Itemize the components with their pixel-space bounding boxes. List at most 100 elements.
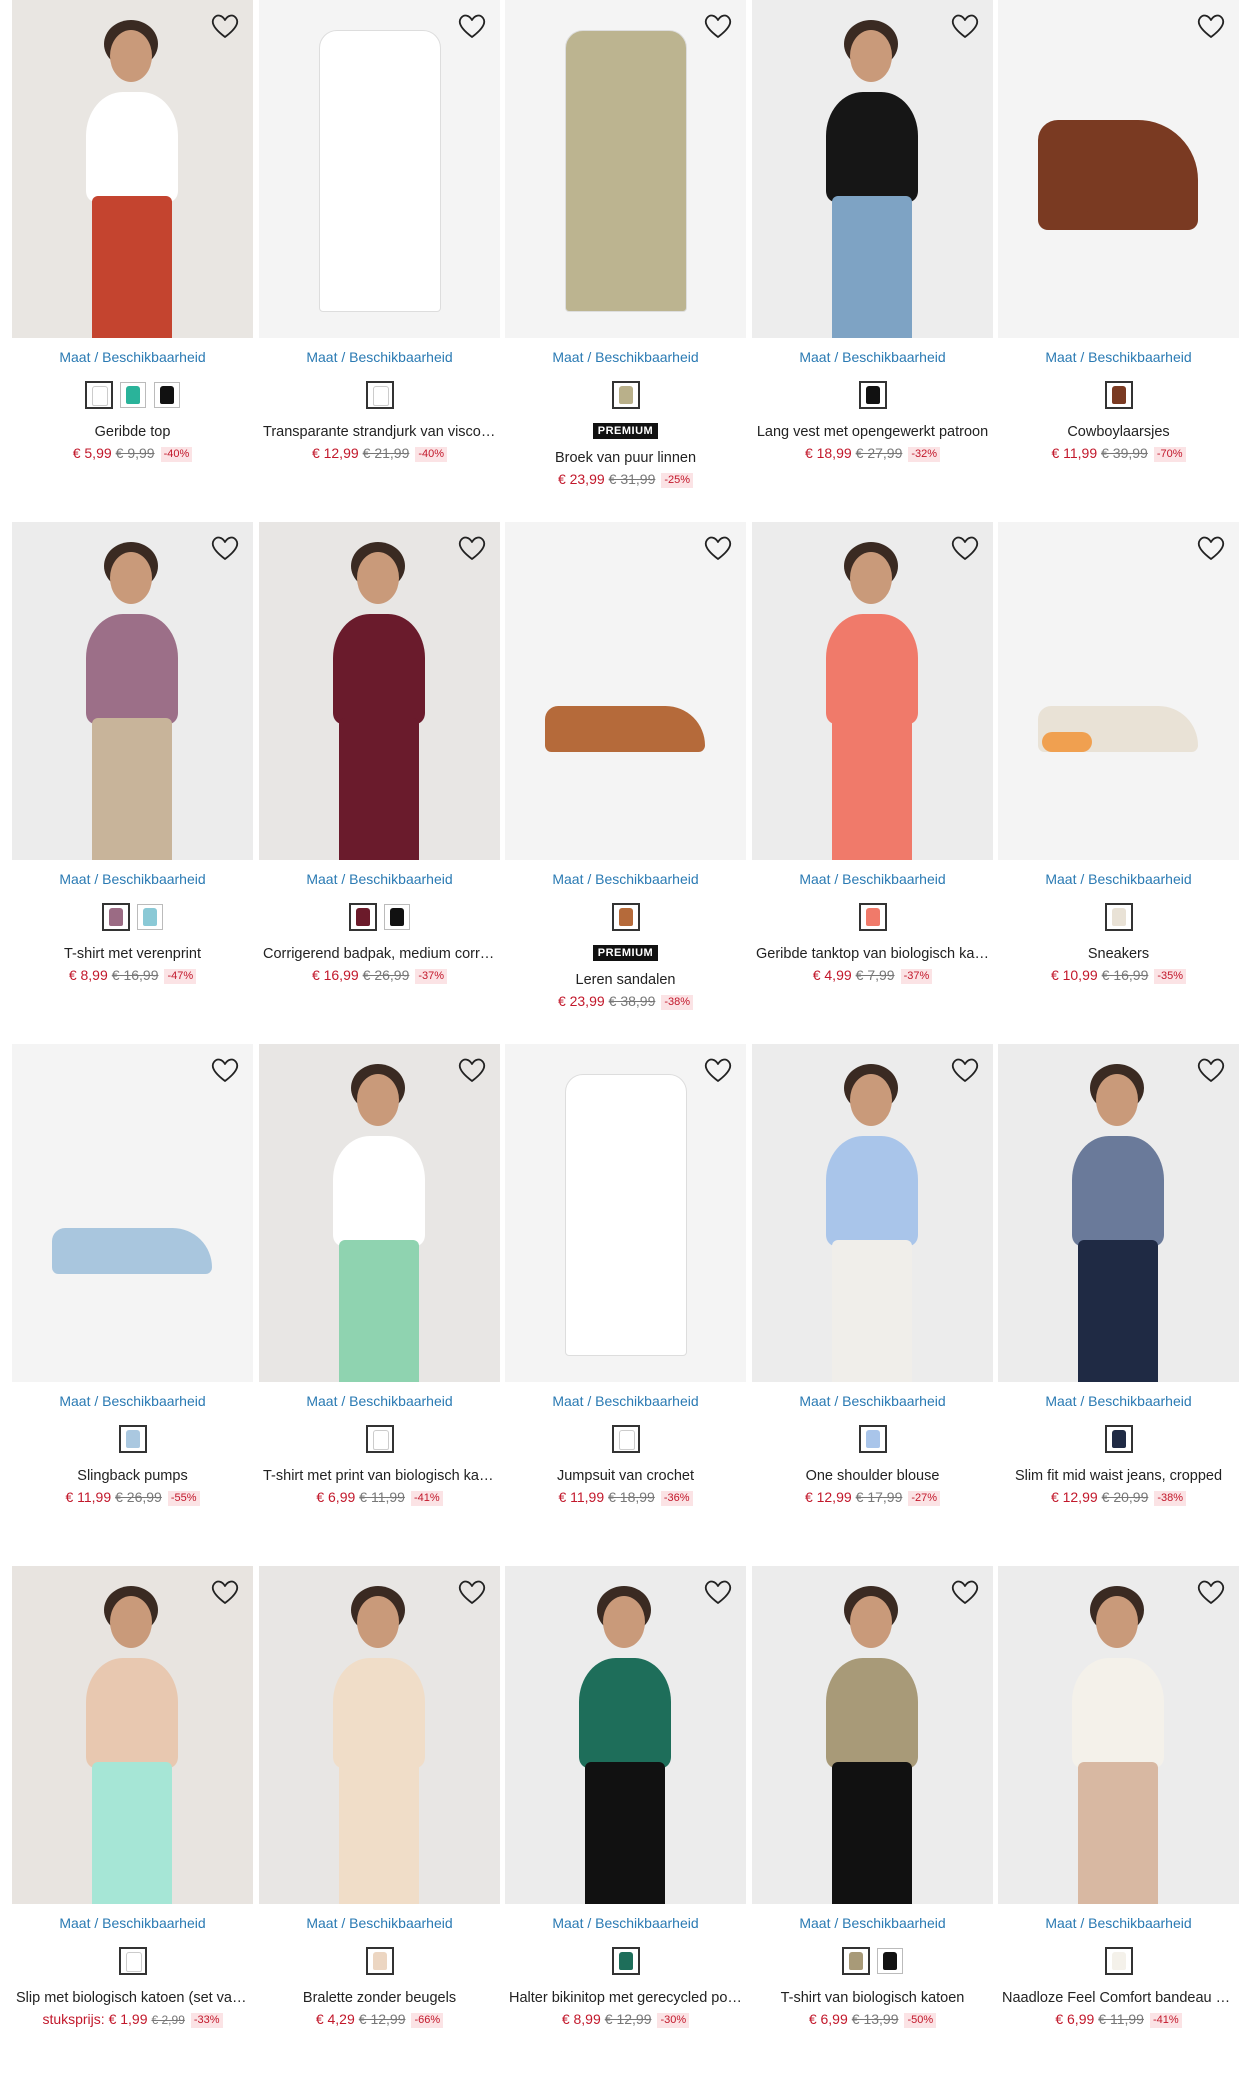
color-swatch[interactable] bbox=[84, 381, 113, 409]
product-image[interactable] bbox=[752, 1044, 993, 1382]
size-availability-link-text[interactable]: Maat / Beschikbaarheid bbox=[552, 349, 698, 365]
product-card[interactable]: Maat / Beschikbaarheid Sneakers € 10,99 € 1… bbox=[998, 522, 1239, 1022]
size-availability-link-text[interactable]: Maat / Beschikbaarheid bbox=[799, 1915, 945, 1931]
product-name[interactable]: Transparante strandjurk van viscose bbox=[259, 424, 500, 440]
color-swatch[interactable] bbox=[1104, 903, 1133, 931]
size-availability-link-text[interactable]: Maat / Beschikbaarheid bbox=[1045, 871, 1191, 887]
color-swatch[interactable] bbox=[611, 903, 640, 931]
product-card[interactable]: Maat / Beschikbaarheid One shoulder blous… bbox=[752, 1044, 993, 1544]
wishlist-heart-icon[interactable] bbox=[949, 1576, 981, 1608]
size-availability-link-text[interactable]: Maat / Beschikbaarheid bbox=[799, 871, 945, 887]
product-image[interactable] bbox=[12, 522, 253, 860]
product-image[interactable] bbox=[752, 0, 993, 338]
product-image[interactable] bbox=[12, 0, 253, 338]
product-name[interactable]: Bralette zonder beugels bbox=[259, 1990, 500, 2006]
product-image[interactable] bbox=[752, 1566, 993, 1904]
size-availability-link-text[interactable]: Maat / Beschikbaarheid bbox=[306, 349, 452, 365]
product-name[interactable]: Geribde tanktop van biologisch katoen bbox=[752, 946, 993, 962]
product-image[interactable] bbox=[259, 522, 500, 860]
product-name[interactable]: T-shirt met print van biologisch katoen bbox=[259, 1468, 500, 1484]
size-availability-link-text[interactable]: Maat / Beschikbaarheid bbox=[59, 871, 205, 887]
color-swatch[interactable] bbox=[858, 903, 887, 931]
size-availability-link-text[interactable]: Maat / Beschikbaarheid bbox=[59, 1915, 205, 1931]
wishlist-heart-icon[interactable] bbox=[456, 1054, 488, 1086]
product-card[interactable]: Maat / Beschikbaarheid T-shirt met print … bbox=[259, 1044, 500, 1544]
wishlist-heart-icon[interactable] bbox=[1195, 10, 1227, 42]
wishlist-heart-icon[interactable] bbox=[456, 10, 488, 42]
product-image[interactable] bbox=[259, 1044, 500, 1382]
product-card[interactable]: Maat / Beschikbaarheid Lang vest met open… bbox=[752, 0, 993, 500]
wishlist-heart-icon[interactable] bbox=[1195, 1054, 1227, 1086]
product-card[interactable]: Maat / Beschikbaarheid Bralette zonder be… bbox=[259, 1566, 500, 2066]
product-image[interactable] bbox=[752, 522, 993, 860]
color-swatch[interactable] bbox=[611, 381, 640, 409]
size-availability-link-text[interactable]: Maat / Beschikbaarheid bbox=[306, 871, 452, 887]
product-card[interactable]: Maat / Beschikbaarheid Slip met biologisc… bbox=[12, 1566, 253, 2066]
color-swatch[interactable] bbox=[136, 904, 163, 930]
product-card[interactable]: Maat / Beschikbaarheid PREMIUM Broek van p… bbox=[505, 0, 746, 500]
wishlist-heart-icon[interactable] bbox=[209, 1576, 241, 1608]
wishlist-heart-icon[interactable] bbox=[702, 1054, 734, 1086]
product-card[interactable]: Maat / Beschikbaarheid Transparante stran… bbox=[259, 0, 500, 500]
product-image[interactable] bbox=[259, 1566, 500, 1904]
product-name[interactable]: Sneakers bbox=[998, 946, 1239, 962]
product-name[interactable]: Lang vest met opengewerkt patroon bbox=[752, 424, 993, 440]
size-availability-link-text[interactable]: Maat / Beschikbaarheid bbox=[1045, 1393, 1191, 1409]
color-swatch[interactable] bbox=[841, 1947, 870, 1975]
color-swatch[interactable] bbox=[101, 903, 130, 931]
color-swatch[interactable] bbox=[365, 381, 394, 409]
wishlist-heart-icon[interactable] bbox=[949, 532, 981, 564]
color-swatch[interactable] bbox=[153, 382, 180, 408]
wishlist-heart-icon[interactable] bbox=[209, 10, 241, 42]
product-name[interactable]: Jumpsuit van crochet bbox=[505, 1468, 746, 1484]
color-swatch[interactable] bbox=[1104, 1425, 1133, 1453]
color-swatch[interactable] bbox=[1104, 1947, 1133, 1975]
product-name[interactable]: Naadloze Feel Comfort bandeau bh (set va… bbox=[998, 1990, 1239, 2006]
product-image[interactable] bbox=[998, 1566, 1239, 1904]
product-name[interactable]: Halter bikinitop met gerecycled polyamid… bbox=[505, 1990, 746, 2006]
product-name[interactable]: Corrigerend badpak, medium corrigerend bbox=[259, 946, 500, 962]
size-availability-link-text[interactable]: Maat / Beschikbaarheid bbox=[306, 1915, 452, 1931]
size-availability-link-text[interactable]: Maat / Beschikbaarheid bbox=[799, 349, 945, 365]
product-card[interactable]: Maat / Beschikbaarheid PREMIUM Leren sanda… bbox=[505, 522, 746, 1022]
product-name[interactable]: T-shirt van biologisch katoen bbox=[752, 1990, 993, 2006]
product-card[interactable]: Maat / Beschikbaarheid Geribde tanktop va… bbox=[752, 522, 993, 1022]
size-availability-link-text[interactable]: Maat / Beschikbaarheid bbox=[306, 1393, 452, 1409]
product-card[interactable]: Maat / Beschikbaarheid Corrigerend badpak… bbox=[259, 522, 500, 1022]
size-availability-link-text[interactable]: Maat / Beschikbaarheid bbox=[552, 1915, 698, 1931]
size-availability-link-text[interactable]: Maat / Beschikbaarheid bbox=[59, 349, 205, 365]
product-name[interactable]: One shoulder blouse bbox=[752, 1468, 993, 1484]
color-swatch[interactable] bbox=[1104, 381, 1133, 409]
wishlist-heart-icon[interactable] bbox=[209, 532, 241, 564]
product-image[interactable] bbox=[505, 1566, 746, 1904]
wishlist-heart-icon[interactable] bbox=[949, 1054, 981, 1086]
product-card[interactable]: Maat / Beschikbaarheid Cowboylaarsjes € 11… bbox=[998, 0, 1239, 500]
product-name[interactable]: Cowboylaarsjes bbox=[998, 424, 1239, 440]
product-image[interactable] bbox=[998, 522, 1239, 860]
wishlist-heart-icon[interactable] bbox=[702, 1576, 734, 1608]
wishlist-heart-icon[interactable] bbox=[702, 10, 734, 42]
product-image[interactable] bbox=[12, 1566, 253, 1904]
product-image[interactable] bbox=[505, 0, 746, 338]
color-swatch[interactable] bbox=[365, 1947, 394, 1975]
product-name[interactable]: Leren sandalen bbox=[505, 972, 746, 988]
product-image[interactable] bbox=[12, 1044, 253, 1382]
color-swatch[interactable] bbox=[118, 1947, 147, 1975]
color-swatch[interactable] bbox=[383, 904, 410, 930]
product-name[interactable]: Broek van puur linnen bbox=[505, 450, 746, 466]
product-card[interactable]: Maat / Beschikbaarheid Jumpsuit van croch… bbox=[505, 1044, 746, 1544]
product-name[interactable]: Slingback pumps bbox=[12, 1468, 253, 1484]
product-name[interactable]: T-shirt met verenprint bbox=[12, 946, 253, 962]
color-swatch[interactable] bbox=[611, 1425, 640, 1453]
wishlist-heart-icon[interactable] bbox=[1195, 532, 1227, 564]
wishlist-heart-icon[interactable] bbox=[456, 532, 488, 564]
wishlist-heart-icon[interactable] bbox=[949, 10, 981, 42]
color-swatch[interactable] bbox=[119, 382, 146, 408]
wishlist-heart-icon[interactable] bbox=[456, 1576, 488, 1608]
product-card[interactable]: Maat / Beschikbaarheid Slim fit mid waist… bbox=[998, 1044, 1239, 1544]
size-availability-link-text[interactable]: Maat / Beschikbaarheid bbox=[1045, 349, 1191, 365]
size-availability-link-text[interactable]: Maat / Beschikbaarheid bbox=[1045, 1915, 1191, 1931]
wishlist-heart-icon[interactable] bbox=[209, 1054, 241, 1086]
product-image[interactable] bbox=[259, 0, 500, 338]
color-swatch[interactable] bbox=[348, 903, 377, 931]
